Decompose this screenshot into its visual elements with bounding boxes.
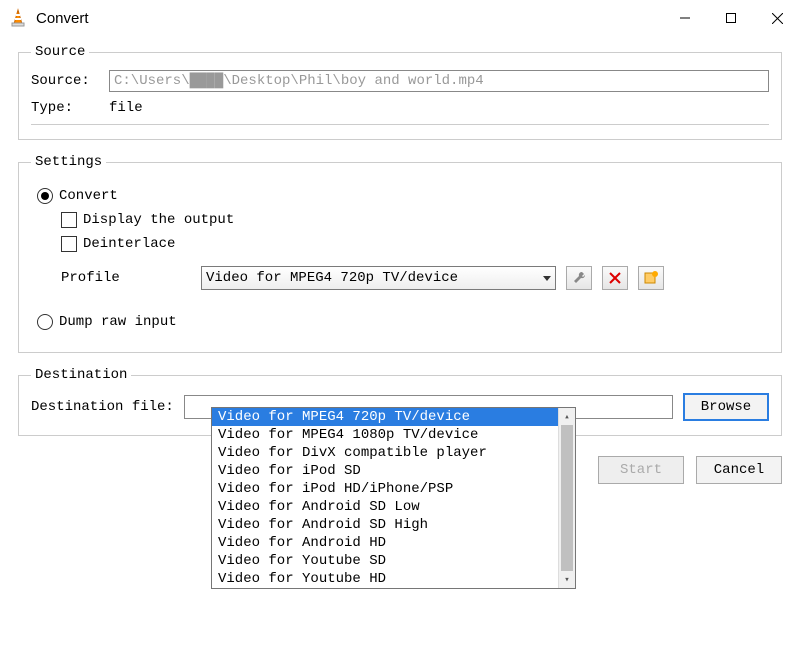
source-legend: Source [31, 44, 89, 60]
scroll-thumb[interactable] [561, 425, 573, 571]
profile-option[interactable]: Video for DivX compatible player [212, 444, 558, 462]
cancel-button[interactable]: Cancel [696, 456, 782, 484]
wrench-icon [572, 271, 586, 285]
profile-option[interactable]: Video for MPEG4 720p TV/device [212, 408, 558, 426]
display-output-row[interactable]: Display the output [61, 212, 769, 228]
type-label: Type: [31, 100, 101, 116]
profile-dropdown-list: Video for MPEG4 720p TV/device Video for… [212, 408, 558, 588]
scroll-down-icon[interactable]: ▾ [559, 571, 575, 588]
display-output-checkbox[interactable] [61, 212, 77, 228]
profile-dropdown[interactable]: Video for MPEG4 720p TV/device Video for… [211, 407, 576, 589]
profile-selected-text: Video for MPEG4 720p TV/device [206, 270, 458, 286]
convert-radio[interactable] [37, 188, 53, 204]
profile-option[interactable]: Video for iPod SD [212, 462, 558, 480]
window-controls [662, 0, 800, 36]
deinterlace-checkbox[interactable] [61, 236, 77, 252]
settings-group: Settings Convert Display the output Dein… [18, 154, 782, 353]
source-label: Source: [31, 73, 101, 89]
profile-option[interactable]: Video for Android HD [212, 534, 558, 552]
close-button[interactable] [754, 0, 800, 36]
source-input[interactable]: C:\Users\████\Desktop\Phil\boy and world… [109, 70, 769, 92]
deinterlace-label: Deinterlace [83, 236, 175, 252]
dump-radio-row[interactable]: Dump raw input [37, 314, 769, 330]
scroll-up-icon[interactable]: ▴ [559, 408, 575, 425]
profile-option[interactable]: Video for Youtube HD [212, 570, 558, 588]
display-output-label: Display the output [83, 212, 234, 228]
dropdown-scrollbar[interactable]: ▴ ▾ [558, 408, 575, 588]
destination-legend: Destination [31, 367, 131, 383]
vlc-icon [8, 8, 28, 28]
destination-file-label: Destination file: [31, 399, 174, 415]
minimize-button[interactable] [662, 0, 708, 36]
new-profile-button[interactable] [638, 266, 664, 290]
settings-legend: Settings [31, 154, 106, 170]
convert-radio-label: Convert [59, 188, 118, 204]
type-value: file [109, 100, 143, 116]
profile-option[interactable]: Video for Youtube SD [212, 552, 558, 570]
start-button[interactable]: Start [598, 456, 684, 484]
convert-radio-row[interactable]: Convert [37, 188, 769, 204]
source-group: Source Source: C:\Users\████\Desktop\Phi… [18, 44, 782, 140]
edit-profile-button[interactable] [566, 266, 592, 290]
delete-profile-button[interactable] [602, 266, 628, 290]
dump-radio[interactable] [37, 314, 53, 330]
x-icon [609, 272, 621, 284]
window-title: Convert [36, 10, 89, 27]
dump-radio-label: Dump raw input [59, 314, 177, 330]
chevron-down-icon [543, 276, 551, 281]
profile-option[interactable]: Video for iPod HD/iPhone/PSP [212, 480, 558, 498]
deinterlace-row[interactable]: Deinterlace [61, 236, 769, 252]
browse-button[interactable]: Browse [683, 393, 769, 421]
profile-label: Profile [61, 270, 191, 286]
separator [31, 124, 769, 125]
profile-option[interactable]: Video for Android SD High [212, 516, 558, 534]
titlebar: Convert [0, 0, 800, 36]
new-profile-icon [644, 271, 658, 285]
profile-combobox[interactable]: Video for MPEG4 720p TV/device [201, 266, 556, 290]
profile-option[interactable]: Video for Android SD Low [212, 498, 558, 516]
profile-option[interactable]: Video for MPEG4 1080p TV/device [212, 426, 558, 444]
maximize-button[interactable] [708, 0, 754, 36]
